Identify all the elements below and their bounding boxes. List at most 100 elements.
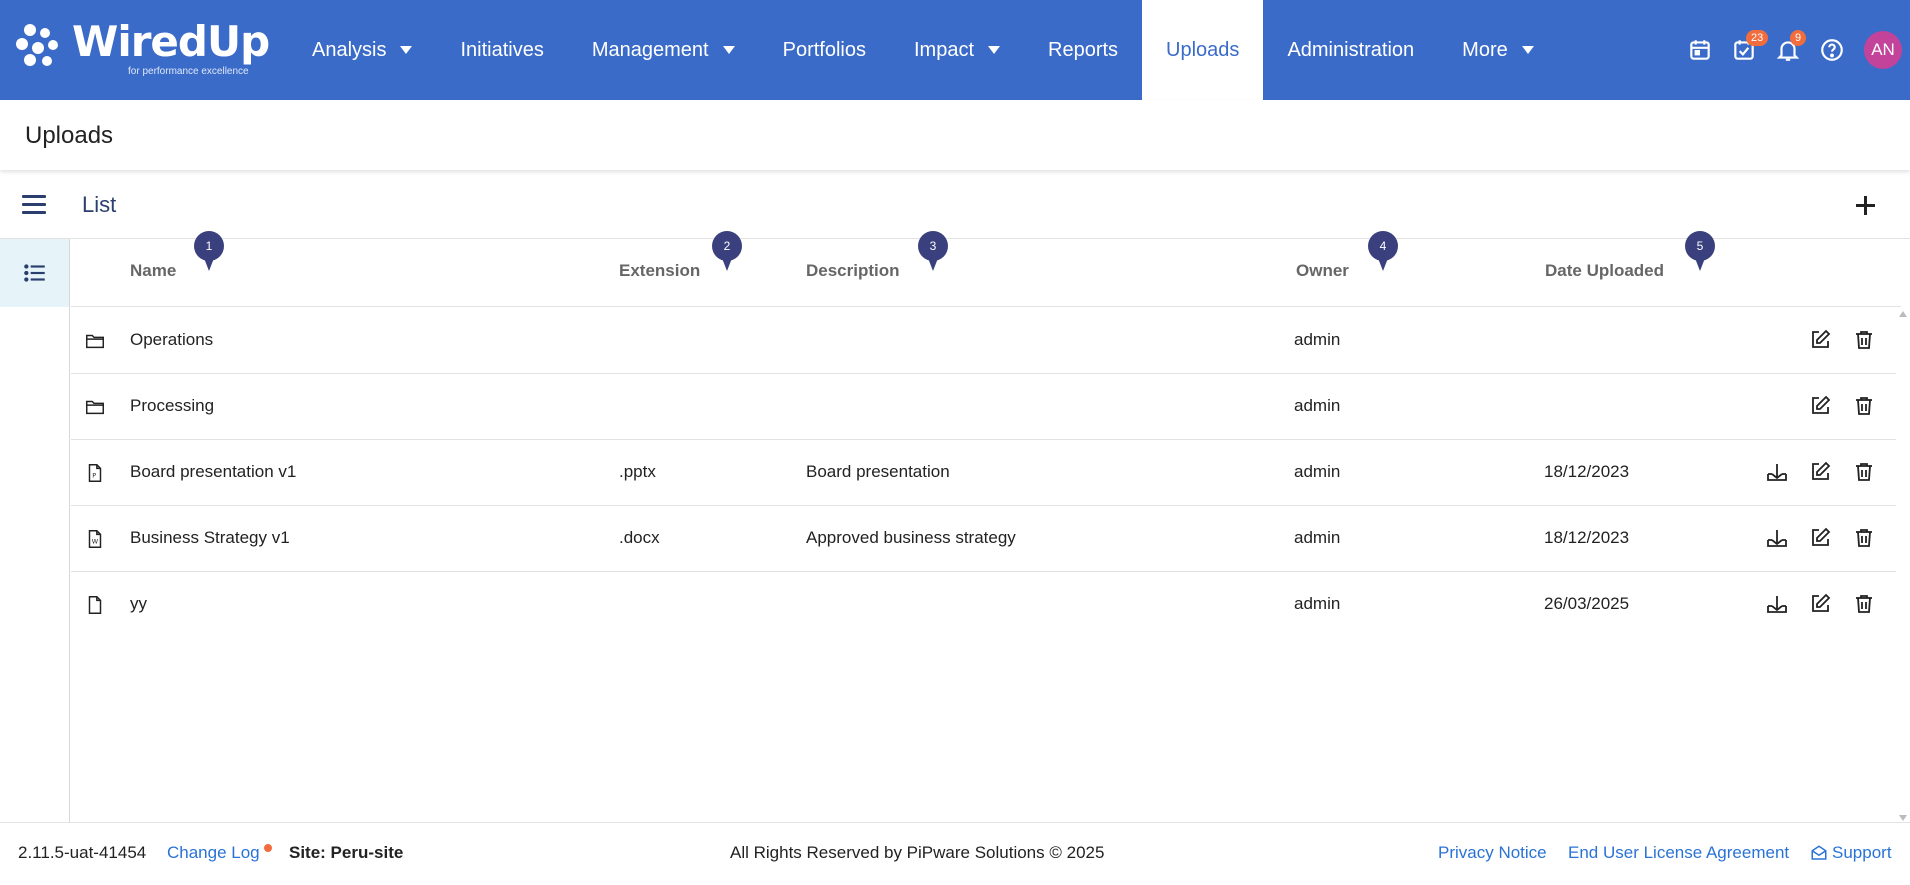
nav-label: More	[1462, 38, 1508, 61]
nav-management[interactable]: Management	[568, 0, 759, 100]
cell-date: 18/12/2023	[1544, 462, 1630, 481]
delete-icon[interactable]	[1852, 328, 1878, 354]
cell-name[interactable]: Operations	[130, 330, 213, 350]
scroll-up-icon[interactable]	[1899, 311, 1907, 317]
support-link[interactable]: Support	[1810, 843, 1892, 863]
nav-initiatives[interactable]: Initiatives	[436, 0, 567, 100]
header-actions: 23 9 AN	[1678, 0, 1910, 100]
download-icon[interactable]	[1765, 460, 1791, 486]
nav-label: Administration	[1287, 38, 1415, 61]
nav-impact[interactable]: Impact	[890, 0, 1024, 100]
top-nav-bar: WiredUp for performance excellence Analy…	[0, 0, 1910, 100]
delete-icon[interactable]	[1852, 592, 1878, 618]
nav-portfolios[interactable]: Portfolios	[759, 0, 890, 100]
table-row[interactable]: Operations admin	[71, 308, 1896, 374]
uploads-table: Name 1 Extension 2 Description 3 Owner 4…	[71, 231, 1910, 822]
support-label: Support	[1832, 843, 1892, 862]
logo-tagline: for performance excellence	[128, 66, 249, 77]
logo-text: WiredUp	[72, 17, 270, 66]
col-extension[interactable]: Extension	[619, 261, 700, 281]
cell-owner: admin	[1294, 330, 1341, 349]
copyright-text: All Rights Reserved by PiPware Solutions…	[730, 843, 1105, 862]
caret-down-icon	[1521, 46, 1534, 54]
cell-name[interactable]: Board presentation v1	[130, 462, 296, 482]
menu-icon[interactable]	[22, 192, 48, 218]
file-icon	[88, 596, 102, 614]
tasks-badge: 23	[1746, 30, 1769, 46]
list-toolbar: List	[0, 172, 1910, 239]
cell-extension: .pptx	[619, 462, 656, 481]
tour-pin-2[interactable]: 2	[712, 231, 742, 275]
edit-icon[interactable]	[1808, 394, 1834, 420]
delete-icon[interactable]	[1852, 394, 1878, 420]
nav-label: Portfolios	[782, 38, 866, 61]
cell-owner: admin	[1294, 396, 1341, 415]
page-header: Uploads	[0, 100, 1910, 170]
eula-link[interactable]: End User License Agreement	[1568, 843, 1789, 863]
nav-analysis[interactable]: Analysis	[288, 0, 436, 100]
nav-more[interactable]: More	[1438, 0, 1558, 100]
main-nav: Analysis Initiatives Management Portfoli…	[288, 0, 1558, 100]
wiredup-logo[interactable]: WiredUp for performance excellence	[16, 18, 271, 82]
table-row[interactable]: W Business Strategy v1 .docx Approved bu…	[71, 506, 1896, 572]
pin-number: 2	[712, 231, 742, 261]
delete-icon[interactable]	[1852, 460, 1878, 486]
svg-text:W: W	[92, 538, 99, 546]
edit-icon[interactable]	[1808, 460, 1834, 486]
cell-owner: admin	[1294, 528, 1341, 547]
table-header: Name 1 Extension 2 Description 3 Owner 4…	[71, 231, 1901, 307]
col-name[interactable]: Name	[130, 261, 176, 281]
cell-owner: admin	[1294, 462, 1341, 481]
nav-uploads[interactable]: Uploads	[1142, 0, 1264, 100]
user-avatar[interactable]: AN	[1864, 31, 1902, 69]
delete-icon[interactable]	[1852, 526, 1878, 552]
list-view-button[interactable]	[0, 239, 69, 307]
vertical-scrollbar[interactable]	[1896, 311, 1910, 821]
edit-icon[interactable]	[1808, 526, 1834, 552]
changelog-link[interactable]: Change Log	[167, 843, 260, 863]
col-label: Owner	[1296, 261, 1349, 280]
col-owner[interactable]: Owner	[1296, 261, 1349, 281]
tour-pin-4[interactable]: 4	[1368, 231, 1398, 275]
tour-pin-3[interactable]: 3	[918, 231, 948, 275]
help-icon[interactable]	[1810, 28, 1854, 72]
edit-icon[interactable]	[1808, 592, 1834, 618]
nav-label: Uploads	[1166, 38, 1240, 61]
nav-reports[interactable]: Reports	[1024, 0, 1142, 100]
cell-date: 26/03/2025	[1544, 594, 1630, 613]
col-description[interactable]: Description	[806, 261, 900, 281]
cell-description: Approved business strategy	[806, 528, 1016, 547]
cell-date: 18/12/2023	[1544, 528, 1630, 547]
tour-pin-1[interactable]: 1	[194, 231, 224, 275]
col-date-uploaded[interactable]: Date Uploaded	[1545, 261, 1664, 281]
download-icon[interactable]	[1765, 526, 1791, 552]
add-icon[interactable]	[1850, 190, 1880, 220]
logo-dots-icon	[16, 24, 66, 74]
scroll-down-icon[interactable]	[1899, 815, 1907, 821]
edit-icon[interactable]	[1808, 328, 1834, 354]
table-row[interactable]: yy admin 26/03/2025	[71, 572, 1896, 638]
calendar-icon[interactable]	[1678, 28, 1722, 72]
pin-number: 5	[1685, 231, 1715, 261]
tour-pin-5[interactable]: 5	[1685, 231, 1715, 275]
caret-down-icon	[722, 46, 735, 54]
nav-label: Reports	[1048, 38, 1119, 61]
cell-name[interactable]: Business Strategy v1	[130, 528, 290, 548]
nav-label: Initiatives	[460, 38, 544, 61]
tasks-icon[interactable]: 23	[1722, 28, 1769, 72]
cell-name[interactable]: Processing	[130, 396, 214, 416]
page-title: Uploads	[25, 122, 114, 149]
download-icon[interactable]	[1765, 592, 1791, 618]
privacy-link[interactable]: Privacy Notice	[1438, 843, 1547, 863]
pin-number: 4	[1368, 231, 1398, 261]
nav-administration[interactable]: Administration	[1263, 0, 1438, 100]
bell-icon[interactable]: 9	[1766, 28, 1810, 72]
caret-down-icon	[988, 46, 1001, 54]
table-row[interactable]: Processing admin	[71, 374, 1896, 440]
folder-icon	[86, 400, 104, 415]
cell-name[interactable]: yy	[130, 594, 147, 614]
pin-number: 1	[194, 231, 224, 261]
nav-label: Management	[591, 38, 709, 61]
footer: 2.11.5-uat-41454 Change Log Site: Peru-s…	[0, 822, 1910, 885]
table-row[interactable]: P Board presentation v1 .pptx Board pres…	[71, 440, 1896, 506]
